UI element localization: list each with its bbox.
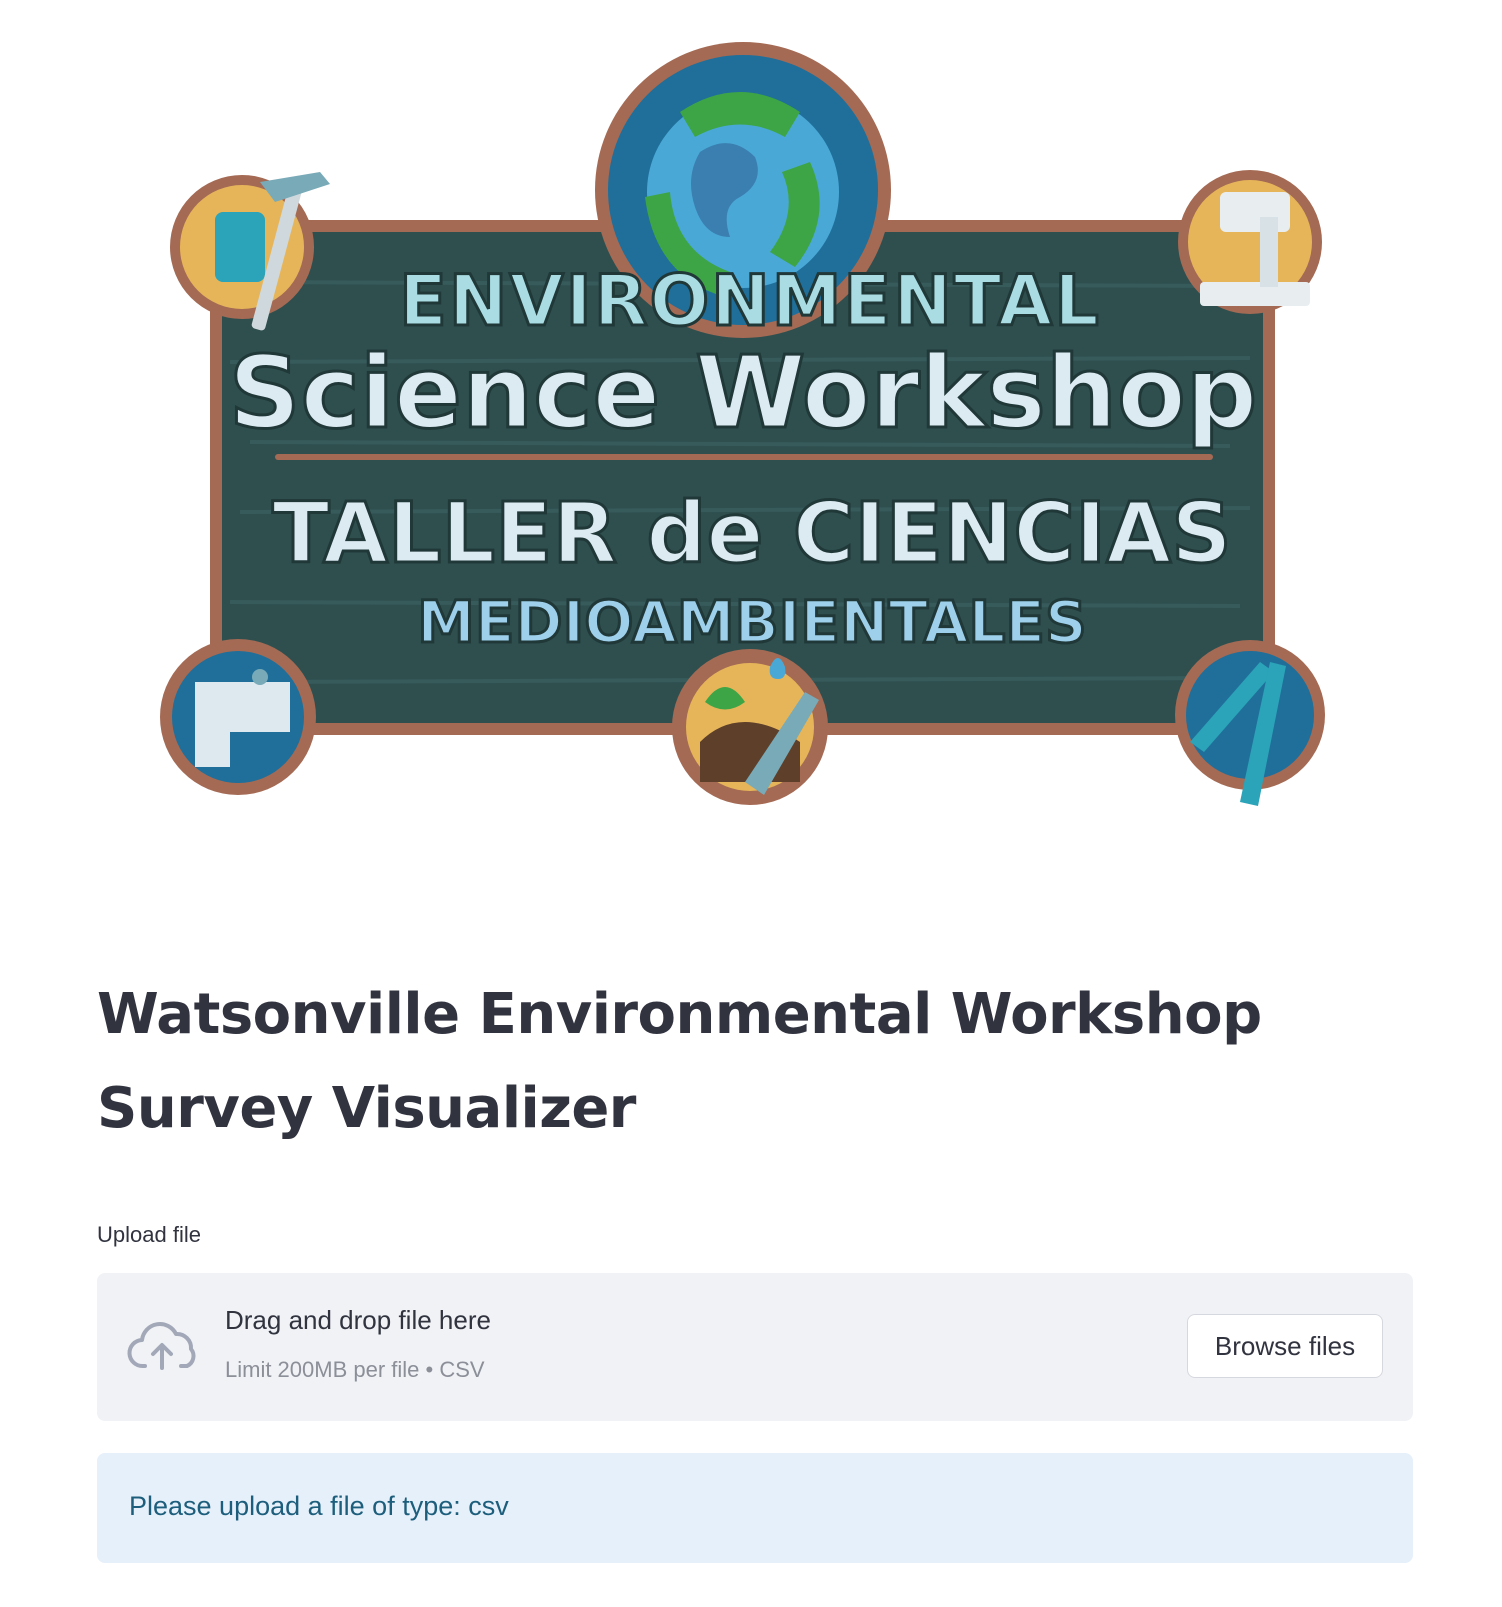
dropzone-title: Drag and drop file here [225,1305,491,1335]
svg-text:MEDIOAMBIENTALES: MEDIOAMBIENTALES [417,588,1087,656]
browse-files-button[interactable]: Browse files [1187,1314,1383,1378]
upload-label: Upload file [97,1222,201,1247]
info-alert: Please upload a file of type: csv [97,1453,1413,1563]
svg-text:ENVIRONMENTAL: ENVIRONMENTAL [399,260,1101,342]
info-message: Please upload a file of type: csv [129,1491,509,1521]
dropzone-subtitle: Limit 200MB per file • CSV [225,1357,485,1382]
page-title: Watsonville Environmental Workshop Surve… [97,982,1262,1141]
file-dropzone[interactable]: Drag and drop file here Limit 200MB per … [97,1273,1413,1421]
svg-text:TALLER de CIENCIAS: TALLER de CIENCIAS [272,484,1231,582]
cloud-upload-icon [127,1322,196,1370]
banner-logo: ENVIRONMENTAL Science Workshop TALLER de… [160,42,1350,832]
svg-text:Science Workshop: Science Workshop [229,334,1258,451]
